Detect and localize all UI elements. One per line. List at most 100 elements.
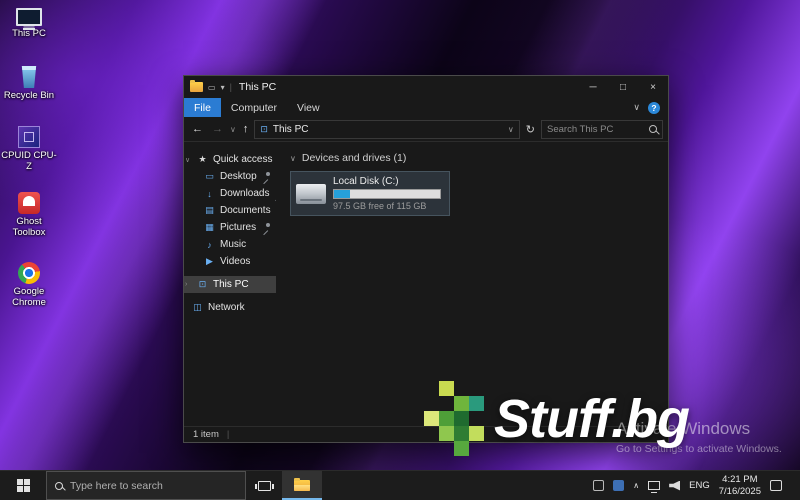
tab-view[interactable]: View [287, 98, 330, 117]
tray-app-icon-2[interactable] [613, 480, 624, 491]
logo-pixel [424, 411, 439, 426]
chrome-icon [18, 262, 40, 284]
navigation-pane: ∨ ★ Quick access ▭ Desktop ↓ Downloads ▤… [184, 142, 276, 426]
address-breadcrumb[interactable]: This PC [273, 124, 309, 135]
tab-computer[interactable]: Computer [221, 98, 287, 117]
pin-icon [274, 189, 276, 198]
taskbar-clock[interactable]: 4:21 PM 7/16/2025 [719, 474, 761, 498]
qat-dropdown-icon[interactable]: ▾ [221, 83, 225, 92]
windows-logo-icon [17, 479, 30, 492]
titlebar-separator: | [230, 82, 232, 92]
navigation-bar: ← → ∨ ↑ ⊡ This PC ∨ ↻ [184, 117, 668, 142]
logo-pixel [469, 396, 484, 411]
explorer-icon [190, 82, 203, 92]
search-icon [55, 482, 63, 490]
pin-icon [262, 223, 271, 232]
volume-icon[interactable] [669, 481, 680, 491]
taskbar-search-input[interactable] [70, 480, 237, 492]
sidebar-item-network[interactable]: ◫ Network [184, 299, 276, 316]
chevron-right-icon[interactable]: › [185, 281, 192, 288]
tray-app-icon-1[interactable] [593, 480, 604, 491]
downloads-icon: ↓ [204, 189, 215, 199]
file-explorer-icon [294, 480, 310, 491]
stuffbg-watermark: Stuff.bg [424, 381, 689, 456]
quick-access-toolbar-icon[interactable]: ▭ [208, 83, 216, 92]
sidebar-item-this-pc[interactable]: › ⊡ This PC [184, 276, 276, 293]
item-count: 1 item [193, 429, 219, 440]
taskbar: ∧ ENG 4:21 PM 7/16/2025 [0, 470, 800, 500]
minimize-button[interactable]: ─ [578, 76, 608, 98]
ribbon-tab-bar: File Computer View ∨ ? [184, 98, 668, 117]
network-tray-icon[interactable] [648, 481, 660, 490]
drive-name: Local Disk (C:) [333, 176, 444, 187]
explorer-search-input[interactable] [547, 124, 645, 135]
logo-pixel [454, 396, 469, 411]
desktop-icon-cpuz[interactable]: CPUID CPU-Z [0, 126, 58, 173]
close-button[interactable]: × [638, 76, 668, 98]
task-view-icon [258, 481, 271, 491]
this-pc-icon [16, 8, 42, 26]
forward-button[interactable]: → [209, 123, 226, 135]
drive-usage-bar [333, 189, 441, 199]
recycle-bin-icon [21, 66, 38, 88]
cpuz-icon [18, 126, 40, 148]
logo-pixel [454, 411, 469, 426]
tray-overflow-chevron-icon[interactable]: ∧ [633, 481, 639, 490]
this-pc-small-icon: ⊡ [260, 124, 268, 135]
sidebar-item-documents[interactable]: ▤ Documents [184, 202, 276, 219]
logo-pixel [454, 441, 469, 456]
desktop-icon-label: CPUID CPU-Z [0, 151, 58, 173]
search-icon [649, 125, 657, 133]
taskbar-file-explorer-button[interactable] [282, 471, 322, 500]
desktop-icon-chrome[interactable]: Google Chrome [0, 262, 58, 309]
clock-date: 7/16/2025 [719, 486, 761, 498]
action-center-icon[interactable] [770, 480, 782, 491]
desktop-icon-this-pc[interactable]: This PC [0, 8, 58, 40]
help-icon[interactable]: ? [648, 102, 660, 114]
sidebar-item-downloads[interactable]: ↓ Downloads [184, 185, 276, 202]
logo-pixel [439, 381, 454, 396]
group-header-devices-and-drives[interactable]: ∨ Devices and drives (1) [290, 152, 668, 164]
task-view-button[interactable] [246, 471, 282, 500]
history-dropdown-icon[interactable]: ∨ [229, 125, 237, 134]
clock-time: 4:21 PM [719, 474, 761, 486]
sidebar-item-videos[interactable]: ▶ Videos [184, 253, 276, 270]
tab-file[interactable]: File [184, 98, 221, 117]
logo-pixel [454, 426, 469, 441]
desktop-icon-recycle-bin[interactable]: Recycle Bin [0, 66, 58, 102]
sidebar-item-quick-access[interactable]: ∨ ★ Quick access [184, 151, 276, 168]
ribbon-collapse-icon[interactable]: ∨ [633, 102, 640, 113]
taskbar-search-box[interactable] [46, 471, 246, 500]
drive-local-disk-c[interactable]: Local Disk (C:) 97.5 GB free of 115 GB [290, 171, 450, 216]
drive-usage-fill [334, 190, 350, 198]
address-dropdown-icon[interactable]: ∨ [508, 125, 514, 134]
drive-capacity-text: 97.5 GB free of 115 GB [333, 201, 444, 211]
music-icon: ♪ [204, 240, 215, 250]
this-pc-icon: ⊡ [197, 279, 208, 290]
explorer-search-box[interactable] [541, 120, 663, 139]
maximize-button[interactable]: □ [608, 76, 638, 98]
chevron-down-icon[interactable]: ∨ [290, 154, 296, 163]
stuffbg-logo-text: Stuff.bg [494, 388, 689, 450]
status-separator: | [227, 429, 229, 440]
title-bar[interactable]: ▭ ▾ | This PC ─ □ × [184, 76, 668, 98]
ghost-toolbox-icon [18, 192, 40, 214]
desktop-folder-icon: ▭ [204, 171, 215, 182]
desktop-icon-label: Google Chrome [0, 287, 58, 309]
language-indicator[interactable]: ENG [689, 480, 710, 491]
refresh-icon[interactable]: ↻ [523, 123, 538, 136]
up-button[interactable]: ↑ [240, 123, 252, 135]
sidebar-item-desktop[interactable]: ▭ Desktop [184, 168, 276, 185]
start-button[interactable] [0, 471, 46, 500]
desktop-wallpaper: This PC Recycle Bin CPUID CPU-Z Ghost To… [0, 0, 800, 500]
logo-pixel [469, 426, 484, 441]
desktop-icon-ghost-toolbox[interactable]: Ghost Toolbox [0, 192, 58, 239]
hard-drive-icon [296, 182, 326, 206]
address-bar[interactable]: ⊡ This PC ∨ [254, 120, 519, 139]
sidebar-item-music[interactable]: ♪ Music [184, 236, 276, 253]
sidebar-item-pictures[interactable]: ▦ Pictures [184, 219, 276, 236]
logo-pixel [439, 411, 454, 426]
back-button[interactable]: ← [189, 123, 206, 135]
chevron-down-icon[interactable]: ∨ [185, 156, 192, 164]
stuffbg-pixels [424, 381, 484, 456]
